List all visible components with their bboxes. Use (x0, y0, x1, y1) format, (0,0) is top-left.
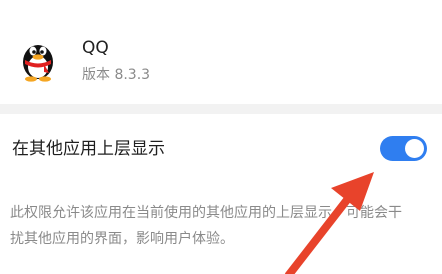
toggle-knob (405, 139, 424, 158)
overlay-permission-title: 在其他应用上层显示 (12, 139, 165, 159)
overlay-permission-description: 此权限允许该应用在当前使用的其他应用的上层显示，可能会干扰其他应用的界面，影响用… (10, 205, 402, 247)
app-header: QQ 版本 8.3.3 (0, 0, 442, 104)
section-divider (0, 104, 442, 114)
app-name: QQ (82, 38, 109, 58)
app-version: 版本 8.3.3 (82, 67, 151, 83)
overlay-permission-toggle[interactable] (380, 136, 427, 161)
qq-penguin-icon (23, 45, 53, 82)
